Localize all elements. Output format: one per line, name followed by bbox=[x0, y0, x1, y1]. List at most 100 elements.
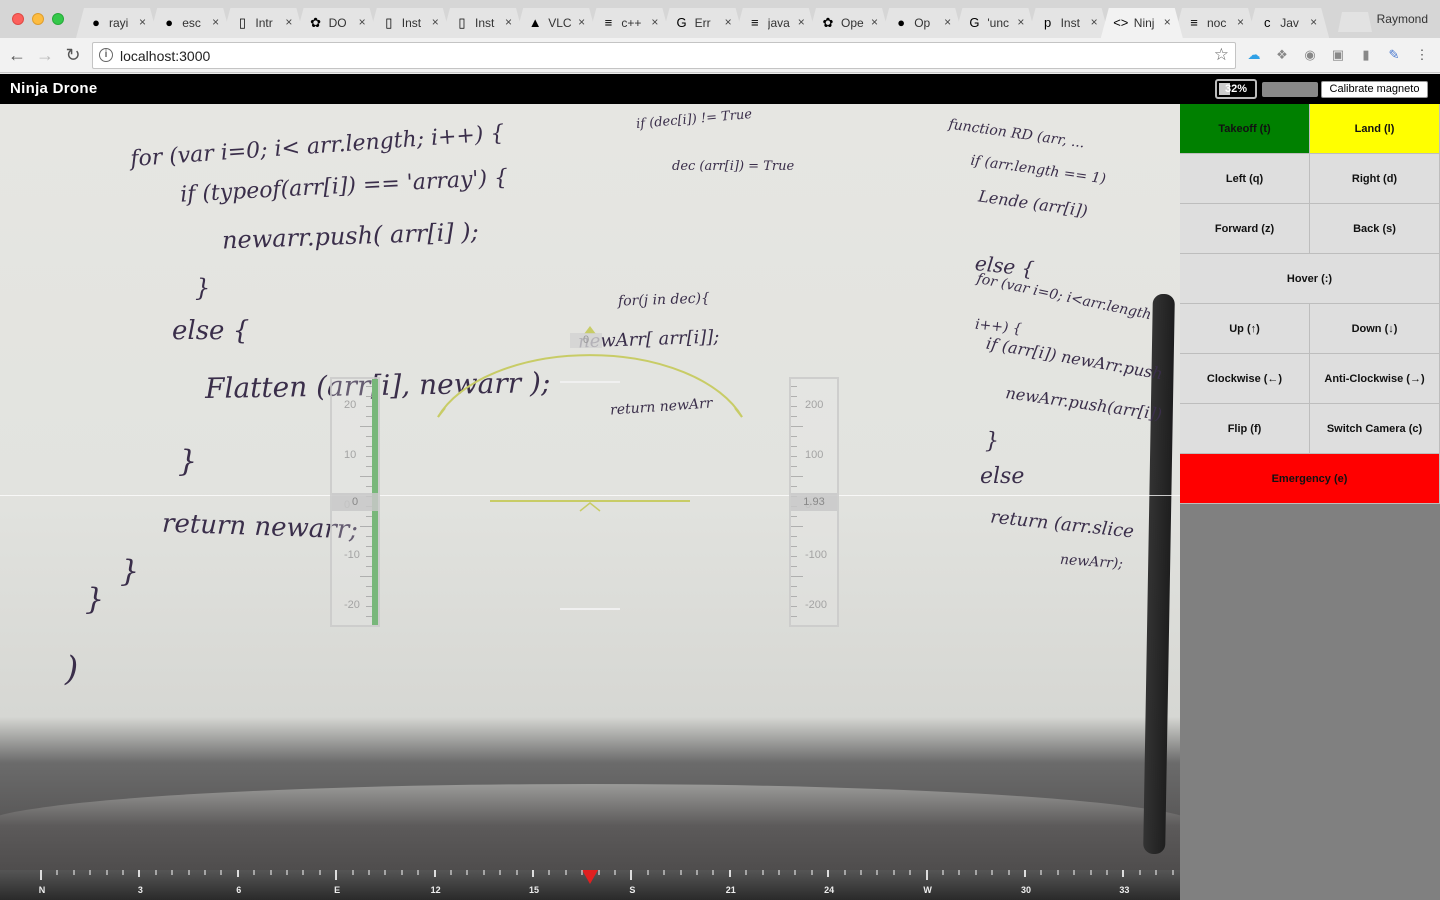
browser-tab[interactable]: ● rayi × bbox=[76, 8, 158, 38]
eyedropper-extension-icon[interactable]: ✎ bbox=[1386, 47, 1402, 63]
compass-tick bbox=[56, 870, 59, 875]
compass-label: W bbox=[923, 885, 932, 895]
compass-tick bbox=[991, 870, 994, 875]
close-tab-icon[interactable]: × bbox=[139, 15, 146, 29]
emergency-button[interactable]: Emergency (e) bbox=[1180, 454, 1440, 504]
takeoff-button[interactable]: Takeoff (t) bbox=[1180, 104, 1310, 154]
compass-tick bbox=[974, 870, 977, 875]
browser-tab[interactable]: ≡ c++ × bbox=[588, 8, 670, 38]
browser-tab[interactable]: ▯ Inst × bbox=[369, 8, 451, 38]
close-tab-icon[interactable]: × bbox=[1164, 15, 1171, 29]
close-tab-icon[interactable]: × bbox=[212, 15, 219, 29]
compass-tick bbox=[876, 870, 879, 875]
close-tab-icon[interactable]: × bbox=[432, 15, 439, 29]
right-button[interactable]: Right (d) bbox=[1310, 154, 1440, 204]
close-tab-icon[interactable]: × bbox=[505, 15, 512, 29]
browser-tab[interactable]: G 'unc × bbox=[954, 8, 1036, 38]
compass-tick bbox=[778, 870, 780, 875]
compass-label: 30 bbox=[1020, 885, 1031, 895]
tape-tick bbox=[366, 416, 372, 417]
tape-readout: 0 bbox=[332, 493, 378, 511]
compass-label: 33 bbox=[1119, 885, 1130, 895]
close-tab-icon[interactable]: × bbox=[285, 15, 292, 29]
browser-tab[interactable]: p Inst × bbox=[1028, 8, 1110, 38]
address-bar[interactable]: i localhost:3000 ☆ bbox=[92, 42, 1236, 69]
compass-tick bbox=[450, 870, 452, 875]
url-text[interactable]: localhost:3000 bbox=[120, 48, 210, 64]
browser-tab[interactable]: ● Op × bbox=[881, 8, 963, 38]
square-extension-icon[interactable]: ▣ bbox=[1330, 47, 1346, 63]
close-window-icon[interactable] bbox=[12, 13, 24, 25]
tab-title: rayi bbox=[109, 16, 129, 30]
arc-value-label: 0 bbox=[570, 333, 602, 348]
tape-tick bbox=[360, 426, 372, 427]
browser-tab[interactable]: ▯ Inst × bbox=[442, 8, 524, 38]
close-tab-icon[interactable]: × bbox=[1017, 15, 1024, 29]
compass-tick bbox=[154, 870, 157, 875]
tape-tick bbox=[366, 586, 372, 587]
browser-tab[interactable]: ▲ VLC × bbox=[515, 8, 597, 38]
tab-title: esc bbox=[182, 16, 201, 30]
compass-tick bbox=[679, 870, 682, 875]
compass-tick bbox=[761, 870, 764, 875]
bookmark-star-icon[interactable]: ☆ bbox=[1214, 45, 1229, 65]
menu-dots-icon[interactable]: ⋮ bbox=[1414, 47, 1430, 63]
browser-tab[interactable]: ✿ DO × bbox=[296, 8, 378, 38]
forward-arrow-icon[interactable]: → bbox=[34, 44, 56, 66]
close-tab-icon[interactable]: × bbox=[1310, 15, 1317, 29]
new-tab-button[interactable] bbox=[1338, 12, 1372, 32]
left-button[interactable]: Left (q) bbox=[1180, 154, 1310, 204]
reload-icon[interactable]: ↻ bbox=[62, 44, 84, 66]
close-tab-icon[interactable]: × bbox=[944, 15, 951, 29]
shield-extension-icon[interactable]: ◉ bbox=[1302, 47, 1318, 63]
profile-name[interactable]: Raymond bbox=[1377, 12, 1428, 26]
back-arrow-icon[interactable]: ← bbox=[6, 44, 28, 66]
down-button[interactable]: Down (↓) bbox=[1310, 304, 1440, 354]
browser-tab[interactable]: G Err × bbox=[662, 8, 744, 38]
close-tab-icon[interactable]: × bbox=[871, 15, 878, 29]
compass-label: S bbox=[629, 885, 636, 895]
compass-tick bbox=[384, 870, 387, 875]
close-tab-icon[interactable]: × bbox=[651, 15, 658, 29]
close-tab-icon[interactable]: × bbox=[359, 15, 366, 29]
hover-button[interactable]: Hover (:) bbox=[1180, 254, 1440, 304]
clockwise-button[interactable]: Clockwise (←) bbox=[1180, 354, 1310, 404]
switch-camera-button[interactable]: Switch Camera (c) bbox=[1310, 404, 1440, 454]
compass-tick bbox=[1056, 870, 1059, 875]
tab-title: Ope bbox=[841, 16, 864, 30]
close-tab-icon[interactable]: × bbox=[725, 15, 732, 29]
minimize-window-icon[interactable] bbox=[32, 13, 44, 25]
browser-tab[interactable]: <> Ninj × bbox=[1101, 8, 1183, 38]
close-tab-icon[interactable]: × bbox=[1091, 15, 1098, 29]
close-tab-icon[interactable]: × bbox=[578, 15, 585, 29]
battery-indicator: 32% bbox=[1215, 79, 1257, 99]
github-icon: ● bbox=[165, 15, 174, 30]
tape-tick bbox=[366, 446, 372, 447]
maximize-window-icon[interactable] bbox=[52, 13, 64, 25]
vlc-icon: ▲ bbox=[528, 15, 542, 30]
forward-button[interactable]: Forward (z) bbox=[1180, 204, 1310, 254]
compass-label: 3 bbox=[137, 885, 143, 895]
bars-extension-icon[interactable]: ▮ bbox=[1358, 47, 1374, 63]
flip-button[interactable]: Flip (f) bbox=[1180, 404, 1310, 454]
browser-tab[interactable]: ● esc × bbox=[149, 8, 231, 38]
browser-tab[interactable]: ✿ Ope × bbox=[808, 8, 890, 38]
calibrate-magneto-button[interactable]: Calibrate magneto bbox=[1321, 81, 1428, 98]
close-tab-icon[interactable]: × bbox=[798, 15, 805, 29]
cloud-extension-icon[interactable]: ☁ bbox=[1246, 47, 1262, 63]
anti-clockwise-button[interactable]: Anti-Clockwise (→) bbox=[1310, 354, 1440, 404]
compass-tick bbox=[581, 870, 584, 875]
stackoverflow-icon: ≡ bbox=[751, 15, 759, 30]
browser-tab[interactable]: ≡ noc × bbox=[1174, 8, 1256, 38]
up-button[interactable]: Up (↑) bbox=[1180, 304, 1310, 354]
back-button[interactable]: Back (s) bbox=[1310, 204, 1440, 254]
browser-tab[interactable]: ▯ Intr × bbox=[222, 8, 304, 38]
info-icon[interactable]: i bbox=[99, 48, 113, 62]
dropbox-extension-icon[interactable]: ❖ bbox=[1274, 47, 1290, 63]
compass-tick bbox=[482, 870, 485, 875]
browser-tab[interactable]: ≡ java × bbox=[735, 8, 817, 38]
close-tab-icon[interactable]: × bbox=[1237, 15, 1244, 29]
tab-title: java bbox=[767, 16, 790, 30]
browser-tab[interactable]: c Jav × bbox=[1247, 8, 1329, 38]
land-button[interactable]: Land (l) bbox=[1310, 104, 1440, 154]
